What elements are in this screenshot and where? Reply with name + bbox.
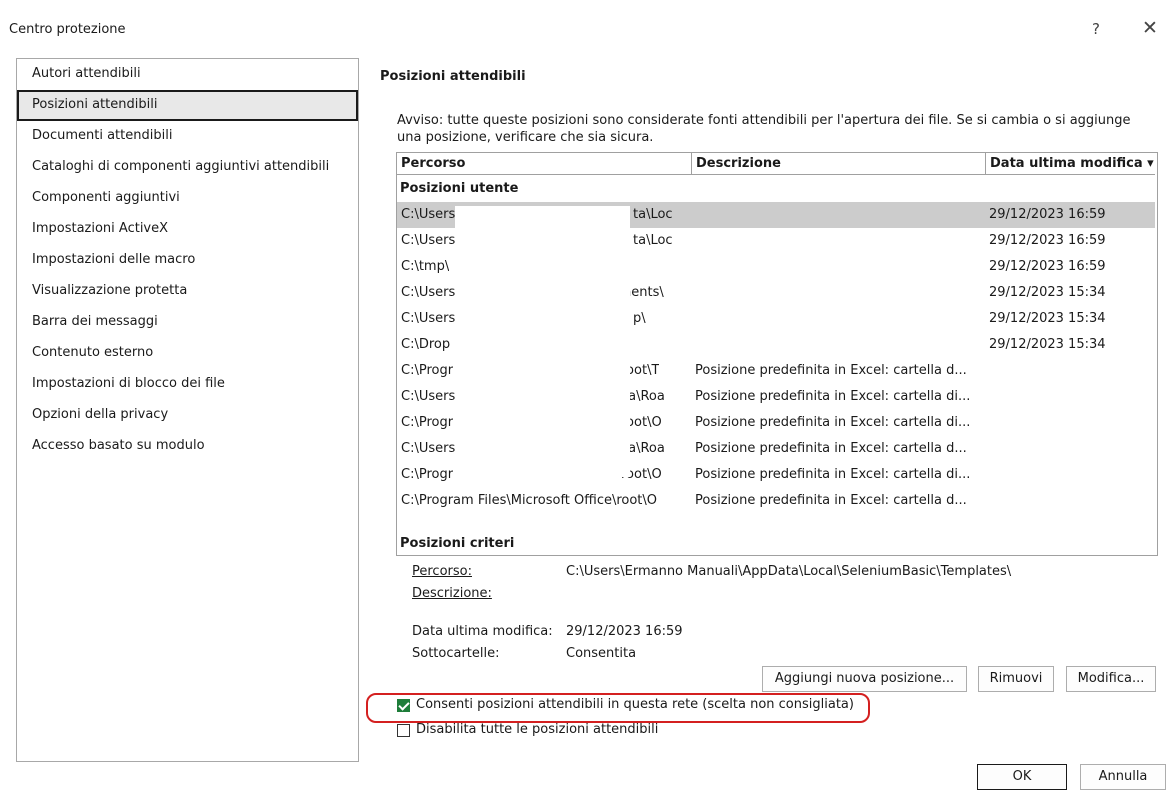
sidebar-nav: Autori attendibili Posizioni attendibili…	[16, 58, 359, 762]
cell-description: Posizione predefinita in Excel: cartella…	[695, 467, 971, 482]
warning-text: Avviso: tutte queste posizioni sono cons…	[397, 113, 1131, 145]
cell-date: 29/12/2023 15:34	[989, 337, 1106, 352]
description-label: Descrizione:	[412, 586, 492, 601]
group-user-locations: Posizioni utente	[400, 181, 519, 196]
path-value: C:\Users\Ermanno Manuali\AppData\Local\S…	[566, 564, 1012, 579]
remove-button[interactable]: Rimuovi	[978, 666, 1054, 692]
network-trusted-label[interactable]: Consenti posizioni attendibili in questa…	[416, 697, 854, 712]
cell-path: C:\Progr	[401, 363, 454, 378]
cell-path: C:\Progr	[401, 467, 454, 482]
close-icon[interactable]: ✕	[1142, 17, 1158, 39]
cell-date: 29/12/2023 16:59	[989, 207, 1106, 222]
cell-path: C:\Progr	[401, 415, 454, 430]
disable-all-checkbox[interactable]	[397, 724, 410, 737]
sidebar-item-autori-attendibili[interactable]: Autori attendibili	[17, 59, 358, 90]
cell-path: C:\Program Files\Microsoft Office\root\O	[401, 493, 658, 508]
cell-date: 29/12/2023 16:59	[989, 259, 1106, 274]
cancel-button[interactable]: Annulla	[1080, 764, 1166, 790]
date-value: 29/12/2023 16:59	[566, 624, 683, 639]
cell-path: C:\tmp\	[401, 259, 450, 274]
sidebar-item-barra-messaggi[interactable]: Barra dei messaggi	[17, 307, 358, 338]
date-label: Data ultima modifica:	[412, 624, 553, 639]
cell-path: C:\Users	[401, 311, 456, 326]
sidebar-item-activex[interactable]: Impostazioni ActiveX	[17, 214, 358, 245]
cell-description: Posizione predefinita in Excel: cartella…	[695, 441, 967, 456]
sidebar-item-documenti-attendibili[interactable]: Documenti attendibili	[17, 121, 358, 152]
cell-path: C:\Users	[401, 389, 456, 404]
cell-path-end: ta\Loc	[633, 207, 673, 222]
table-row[interactable]: C:\Program Files\Microsoft Office\root\O…	[397, 488, 1155, 514]
disable-all-label[interactable]: Disabilita tutte le posizioni attendibil…	[416, 722, 658, 737]
cell-path: C:\Users	[401, 233, 456, 248]
cell-date: 29/12/2023 16:59	[989, 233, 1106, 248]
sidebar-item-blocco-file[interactable]: Impostazioni di blocco dei file	[17, 369, 358, 400]
modify-button[interactable]: Modifica...	[1066, 666, 1156, 692]
help-icon[interactable]: ?	[1092, 20, 1100, 38]
section-heading: Posizioni attendibili	[380, 69, 526, 84]
sidebar-item-visualizzazione-protetta[interactable]: Visualizzazione protetta	[17, 276, 358, 307]
sidebar-item-contenuto-esterno[interactable]: Contenuto esterno	[17, 338, 358, 369]
path-label: Percorso:	[412, 564, 472, 579]
cell-date: 29/12/2023 15:34	[989, 285, 1106, 300]
column-header-description[interactable]: Descrizione	[692, 153, 986, 175]
subfolders-value: Consentita	[566, 646, 637, 661]
column-header-date[interactable]: Data ultima modifica ▾	[986, 153, 1155, 175]
group-policy-locations: Posizioni criteri	[400, 536, 515, 551]
network-trusted-checkbox[interactable]	[397, 699, 410, 712]
sidebar-item-accesso-modulo[interactable]: Accesso basato su modulo	[17, 431, 358, 462]
cell-description: Posizione predefinita in Excel: cartella…	[695, 493, 967, 508]
add-location-button[interactable]: Aggiungi nuova posizione...	[762, 666, 967, 692]
sidebar-item-posizioni-attendibili[interactable]: Posizioni attendibili	[17, 90, 358, 121]
cell-description: Posizione predefinita in Excel: cartella…	[695, 415, 971, 430]
ok-button[interactable]: OK	[977, 764, 1067, 790]
sidebar-item-privacy[interactable]: Opzioni della privacy	[17, 400, 358, 431]
subfolders-label: Sottocartelle:	[412, 646, 500, 661]
cell-path-end: ta\Loc	[633, 233, 673, 248]
cell-path: C:\Drop	[401, 337, 451, 352]
sidebar-item-macro[interactable]: Impostazioni delle macro	[17, 245, 358, 276]
cell-path: C:\Users	[401, 285, 456, 300]
cell-path: C:\Users	[401, 207, 456, 222]
sidebar-item-componenti-aggiuntivi[interactable]: Componenti aggiuntivi	[17, 183, 358, 214]
cell-date: 29/12/2023 15:34	[989, 311, 1106, 326]
window-title: Centro protezione	[9, 22, 126, 37]
cell-path: C:\Users	[401, 441, 456, 456]
cell-path-end: p\	[633, 311, 646, 326]
sidebar-item-cataloghi[interactable]: Cataloghi di componenti aggiuntivi atten…	[17, 152, 358, 183]
cell-description: Posizione predefinita in Excel: cartella…	[695, 389, 971, 404]
redaction-block	[455, 206, 630, 477]
column-header-path[interactable]: Percorso	[397, 153, 692, 175]
cell-description: Posizione predefinita in Excel: cartella…	[695, 363, 967, 378]
